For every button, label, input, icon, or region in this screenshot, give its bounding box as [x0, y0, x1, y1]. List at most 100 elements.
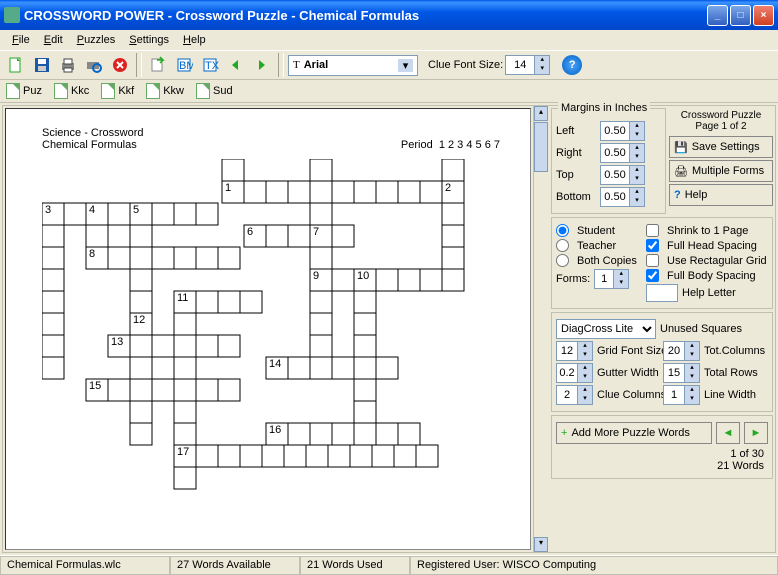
print-preview-button[interactable]: [82, 53, 106, 77]
margins-title: Margins in Inches: [558, 102, 650, 114]
clue-font-label: Clue Font Size:: [428, 59, 503, 71]
svg-text:2: 2: [445, 182, 451, 194]
file-icon: [196, 83, 210, 99]
clue-font-size-input[interactable]: [506, 59, 534, 71]
export-txt-button[interactable]: TXT: [198, 53, 222, 77]
margin-bottom-spinner[interactable]: ▴▾: [600, 187, 645, 207]
print-button[interactable]: [56, 53, 80, 77]
multiple-forms-button[interactable]: 🖨Multiple Forms: [669, 160, 773, 182]
filetype-sud[interactable]: Sud: [196, 83, 233, 99]
student-radio[interactable]: [556, 224, 569, 237]
svg-text:7: 7: [313, 226, 319, 238]
filetype-puz[interactable]: Puz: [6, 83, 42, 99]
svg-text:10: 10: [357, 270, 369, 282]
margin-left-spinner[interactable]: ▴▾: [600, 121, 645, 141]
nav-next-button[interactable]: [250, 53, 274, 77]
help-icon[interactable]: ?: [562, 55, 582, 75]
font-name: Arial: [304, 59, 328, 71]
status-used: 21 Words Used: [300, 556, 410, 575]
app-icon: [4, 7, 20, 23]
spin-down[interactable]: ▾: [534, 65, 549, 74]
close-button[interactable]: ×: [753, 5, 774, 26]
nav-prev-button[interactable]: [224, 53, 248, 77]
totcols-spinner[interactable]: ▴▾: [663, 341, 700, 361]
clue-font-size-spinner[interactable]: ▴▾: [505, 55, 550, 75]
file-icon: [54, 83, 68, 99]
help-letter-input[interactable]: [646, 284, 678, 302]
delete-button[interactable]: [108, 53, 132, 77]
svg-text:5: 5: [133, 204, 139, 216]
status-registered: Registered User: WISCO Computing: [410, 556, 778, 575]
gutter-spinner[interactable]: ▴▾: [556, 363, 593, 383]
margin-top-spinner[interactable]: ▴▾: [600, 165, 645, 185]
svg-text:8: 8: [89, 248, 95, 260]
svg-text:3: 3: [45, 204, 51, 216]
fullhead-checkbox[interactable]: [646, 239, 659, 252]
shrink-checkbox[interactable]: [646, 224, 659, 237]
file-icon: [146, 83, 160, 99]
svg-text:TXT: TXT: [205, 60, 219, 72]
filetype-kkw[interactable]: Kkw: [146, 83, 184, 99]
new-button[interactable]: [4, 53, 28, 77]
svg-text:9: 9: [313, 270, 319, 282]
puzzle-title: Chemical Formulas: [42, 139, 137, 151]
grid-font-spinner[interactable]: ▴▾: [556, 341, 593, 361]
filetype-kkf[interactable]: Kkf: [101, 83, 134, 99]
teacher-radio[interactable]: [556, 239, 569, 252]
word-count: 21 Words: [560, 460, 764, 472]
font-select[interactable]: T Arial ▾: [288, 55, 418, 76]
export-bmp-button[interactable]: BMP: [172, 53, 196, 77]
save-button[interactable]: [30, 53, 54, 77]
help-button[interactable]: ?Help: [669, 184, 773, 206]
menu-puzzles[interactable]: Puzzles: [71, 32, 122, 48]
spin-up[interactable]: ▴: [534, 56, 549, 65]
export-button[interactable]: [146, 53, 170, 77]
puzzle-category: Science - Crossword: [42, 127, 530, 139]
maximize-button[interactable]: □: [730, 5, 751, 26]
menu-help[interactable]: Help: [177, 32, 212, 48]
svg-text:6: 6: [247, 226, 253, 238]
menu-settings[interactable]: Settings: [123, 32, 175, 48]
svg-text:17: 17: [177, 446, 189, 458]
add-words-button[interactable]: +Add More Puzzle Words: [556, 422, 712, 444]
both-radio[interactable]: [556, 254, 569, 267]
linewidth-spinner[interactable]: ▴▾: [663, 385, 700, 405]
puzzle-canvas[interactable]: Science - Crossword Chemical Formulas Pe…: [5, 108, 531, 550]
chevron-down-icon: ▾: [398, 59, 413, 72]
cluecols-spinner[interactable]: ▴▾: [556, 385, 593, 405]
file-icon: [6, 83, 20, 99]
diagcross-select[interactable]: DiagCross Lite: [556, 319, 656, 339]
fullbody-checkbox[interactable]: [646, 269, 659, 282]
prev-page-button[interactable]: ◄: [716, 422, 740, 444]
filetype-kkc[interactable]: Kkc: [54, 83, 89, 99]
scroll-thumb[interactable]: [534, 122, 548, 172]
svg-text:14: 14: [269, 358, 281, 370]
svg-text:BMP: BMP: [179, 60, 193, 72]
status-file: Chemical Formulas.wlc: [0, 556, 170, 575]
save-settings-button[interactable]: 💾Save Settings: [669, 136, 773, 158]
svg-text:15: 15: [89, 380, 101, 392]
rectgrid-checkbox[interactable]: [646, 254, 659, 267]
svg-text:16: 16: [269, 424, 281, 436]
crossword-grid: 12 345 67 8 910 11 12 13 14 15 16 17: [42, 159, 502, 499]
menu-file[interactable]: File: [6, 32, 36, 48]
scroll-down-button[interactable]: ▾: [534, 537, 548, 552]
margin-right-spinner[interactable]: ▴▾: [600, 143, 645, 163]
totrows-spinner[interactable]: ▴▾: [663, 363, 700, 383]
svg-text:11: 11: [177, 292, 188, 304]
next-page-button[interactable]: ►: [744, 422, 768, 444]
svg-text:4: 4: [89, 204, 95, 216]
svg-text:1: 1: [225, 182, 231, 194]
svg-text:12: 12: [133, 314, 145, 326]
period-numbers: 1 2 3 4 5 6 7: [439, 139, 500, 151]
minimize-button[interactable]: _: [707, 5, 728, 26]
scroll-up-button[interactable]: ▴: [534, 106, 548, 121]
menu-edit[interactable]: Edit: [38, 32, 69, 48]
page-count: 1 of 30: [560, 448, 764, 460]
forms-spinner[interactable]: ▴▾: [594, 269, 629, 289]
window-title: CROSSWORD POWER - Crossword Puzzle - Che…: [24, 8, 707, 23]
period-label: Period: [401, 139, 433, 151]
truetype-icon: T: [293, 59, 300, 71]
file-icon: [101, 83, 115, 99]
vertical-scrollbar[interactable]: ▴ ▾: [533, 106, 549, 552]
